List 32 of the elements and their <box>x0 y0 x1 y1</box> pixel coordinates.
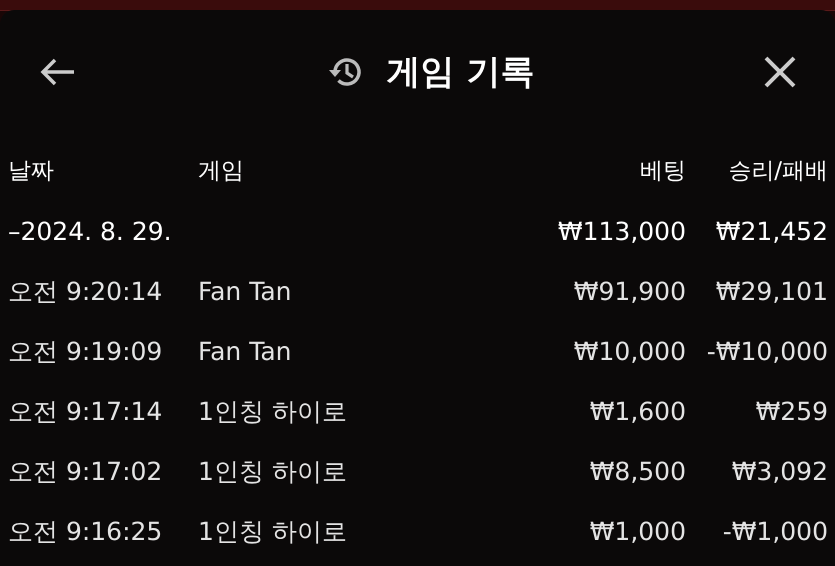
table-cell-text: ₩1,600 <box>588 396 686 426</box>
table-cell-text: Fan Tan <box>198 336 292 366</box>
table-cell-text: 1인칭 하이로 <box>198 396 348 428</box>
table-cell-text: ₩91,900 <box>572 276 686 306</box>
column-header: 날짜 <box>8 156 55 186</box>
date-group-label: –2024. 8. 29. <box>8 216 173 246</box>
table-cell-text: ₩10,000 <box>572 336 686 366</box>
table-cell-text: -₩10,000 <box>706 336 828 366</box>
back-button[interactable] <box>40 56 76 86</box>
table-cell-text: 1인칭 하이로 <box>198 516 348 548</box>
table-cell-text: ₩29,101 <box>714 276 828 306</box>
table-cell-text: Fan Tan <box>198 276 292 306</box>
table-cell-text: 1인칭 하이로 <box>198 456 348 488</box>
table-cell-text: 오전 9:17:14 <box>8 396 164 428</box>
column-header: 승리/패배 <box>727 156 828 186</box>
table-cell-text: ₩259 <box>754 396 828 426</box>
column-header: 베팅 <box>639 156 686 186</box>
table-cell-text: ₩3,092 <box>730 456 828 486</box>
back-arrow-icon <box>40 56 76 86</box>
table-cell-text: ₩8,500 <box>588 456 686 486</box>
table-cell-text: ₩1,000 <box>588 516 686 546</box>
total-bet: ₩113,000 <box>556 216 686 246</box>
close-icon <box>763 54 797 88</box>
table-cell-text: -₩1,000 <box>722 516 828 546</box>
dialog-title: 게임 기록 <box>386 50 534 94</box>
table-cell-text: 오전 9:17:02 <box>8 456 164 488</box>
total-result: ₩21,452 <box>714 216 828 246</box>
column-header: 게임 <box>198 156 245 186</box>
close-button[interactable] <box>763 54 797 88</box>
table-cell-text: 오전 9:20:14 <box>8 276 164 308</box>
table-cell-text: 오전 9:16:25 <box>8 516 164 548</box>
table-cell-text: 오전 9:19:09 <box>8 336 164 368</box>
